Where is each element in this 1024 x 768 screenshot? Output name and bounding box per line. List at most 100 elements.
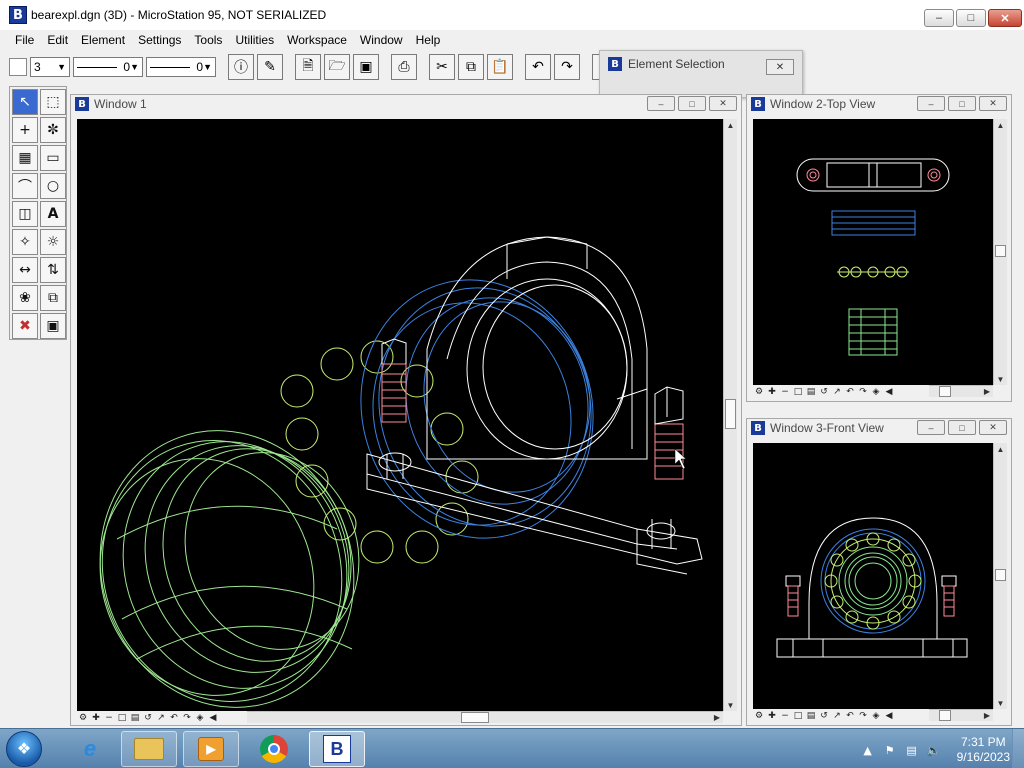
scroll-down-arrow-icon[interactable]: ▼ <box>994 373 1007 385</box>
fence-tool[interactable]: ⬚ <box>40 89 66 115</box>
paste-button[interactable]: 📋 <box>487 54 513 80</box>
element-selection-tool[interactable]: ↖ <box>12 89 38 115</box>
zoom-in-icon[interactable]: ✚ <box>766 386 778 398</box>
level-combo[interactable]: 3 ▼ <box>30 57 70 77</box>
update-view-icon[interactable]: ⚙ <box>753 386 765 398</box>
volume-muted-icon[interactable]: 🔈 <box>927 743 941 757</box>
app-logo-icon[interactable]: B <box>9 6 27 24</box>
view-window-2[interactable]: B Window 2-Top View – □ ✕ ▲ ▼ ⚙ ✚ − □ ▤ … <box>746 94 1012 402</box>
scroll-up-arrow-icon[interactable]: ▲ <box>994 443 1007 455</box>
taskbar-internet-explorer[interactable]: e <box>62 731 118 767</box>
show-hidden-icons-chevron-icon[interactable]: ▲ <box>861 743 875 757</box>
new-file-button[interactable]: 🗎 <box>295 54 321 80</box>
place-circle-tool[interactable]: ○ <box>40 173 66 199</box>
fit-view-icon[interactable]: ▤ <box>129 712 141 724</box>
view-maximize-button[interactable]: □ <box>678 96 706 111</box>
view-next-icon[interactable]: ↷ <box>181 712 193 724</box>
top-view-canvas[interactable] <box>753 119 993 385</box>
measure-tool[interactable]: ✧ <box>12 229 38 255</box>
menu-tools[interactable]: Tools <box>188 33 229 47</box>
copy-view-icon[interactable]: ◈ <box>870 710 882 722</box>
zoom-out-icon[interactable]: − <box>103 712 115 724</box>
info-button[interactable]: ⓘ <box>228 54 254 80</box>
vertical-scrollbar[interactable]: ▲ ▼ <box>723 119 737 711</box>
menu-workspace[interactable]: Workspace <box>281 33 354 47</box>
taskbar-chrome[interactable] <box>246 731 302 767</box>
dimension-size-tool[interactable]: ⇅ <box>40 257 66 283</box>
view-minimize-button[interactable]: – <box>647 96 675 111</box>
view-previous-icon[interactable]: ↶ <box>168 712 180 724</box>
rotate-view-icon[interactable]: ↺ <box>818 710 830 722</box>
front-view-canvas[interactable] <box>753 443 993 709</box>
view-maximize-button[interactable]: □ <box>948 96 976 111</box>
view-minimize-button[interactable]: – <box>917 420 945 435</box>
scroll-thumb[interactable] <box>995 569 1006 581</box>
match-button[interactable]: ✎ <box>257 54 283 80</box>
view-previous-icon[interactable]: ↶ <box>844 386 856 398</box>
maximize-button[interactable]: □ <box>956 9 986 27</box>
action-center-flag-icon[interactable]: ⚑ <box>883 743 897 757</box>
update-view-icon[interactable]: ⚙ <box>753 710 765 722</box>
place-point-tool[interactable]: + <box>12 117 38 143</box>
save-button[interactable]: ▣ <box>353 54 379 80</box>
scroll-left-arrow-icon[interactable]: ◀ <box>883 710 895 722</box>
place-block-tool[interactable]: ▭ <box>40 145 66 171</box>
view-close-button[interactable]: ✕ <box>979 96 1007 111</box>
update-view-icon[interactable]: ⚙ <box>77 712 89 724</box>
vertical-scrollbar[interactable]: ▲ ▼ <box>993 119 1007 385</box>
fit-view-icon[interactable]: ▤ <box>805 386 817 398</box>
rotate-view-icon[interactable]: ↺ <box>142 712 154 724</box>
taskbar-microstation[interactable]: B <box>309 731 365 767</box>
undo-button[interactable]: ↶ <box>525 54 551 80</box>
view-window-3[interactable]: B Window 3-Front View – □ ✕ ▲ ▼ ⚙ ✚ − □ … <box>746 418 1012 726</box>
menu-edit[interactable]: Edit <box>41 33 75 47</box>
print-button[interactable]: ⎙ <box>391 54 417 80</box>
window-area-icon[interactable]: □ <box>116 712 128 724</box>
vertical-scrollbar[interactable]: ▲ ▼ <box>993 443 1007 709</box>
horizontal-scrollbar[interactable]: ▶ <box>929 385 993 397</box>
scroll-up-arrow-icon[interactable]: ▲ <box>994 119 1007 131</box>
zoom-out-icon[interactable]: − <box>779 710 791 722</box>
pan-view-icon[interactable]: ↗ <box>831 386 843 398</box>
horizontal-scrollbar[interactable]: ▶ <box>247 711 723 723</box>
taskbar-media-player[interactable]: ▶ <box>183 731 239 767</box>
pan-view-icon[interactable]: ↗ <box>831 710 843 722</box>
cell-tool[interactable]: ◫ <box>12 201 38 227</box>
app-title-bar[interactable]: B bearexpl.dgn (3D) - MicroStation 95, N… <box>0 0 1024 30</box>
scroll-down-arrow-icon[interactable]: ▼ <box>724 699 737 711</box>
place-line-tool[interactable]: ✼ <box>40 117 66 143</box>
taskbar-file-explorer[interactable] <box>121 731 177 767</box>
menu-utilities[interactable]: Utilities <box>229 33 281 47</box>
cut-button[interactable]: ✂ <box>429 54 455 80</box>
view-maximize-button[interactable]: □ <box>948 420 976 435</box>
horizontal-scrollbar[interactable]: ▶ <box>929 709 993 721</box>
menu-element[interactable]: Element <box>75 33 132 47</box>
pan-view-icon[interactable]: ↗ <box>155 712 167 724</box>
scroll-down-arrow-icon[interactable]: ▼ <box>994 697 1007 709</box>
view-close-button[interactable]: ✕ <box>979 420 1007 435</box>
modify-tool[interactable]: ☼ <box>40 229 66 255</box>
menu-file[interactable]: File <box>9 33 41 47</box>
fit-view-icon[interactable]: ▤ <box>805 710 817 722</box>
window-area-icon[interactable]: □ <box>792 386 804 398</box>
place-text-tool[interactable]: A <box>40 201 66 227</box>
close-button[interactable]: ✕ <box>988 9 1022 27</box>
isometric-view-canvas[interactable] <box>77 119 723 711</box>
minimize-button[interactable]: – <box>924 9 954 27</box>
fit-view-tool[interactable]: ▣ <box>40 313 66 339</box>
zoom-in-icon[interactable]: ✚ <box>766 710 778 722</box>
scroll-thumb[interactable] <box>995 245 1006 257</box>
view-next-icon[interactable]: ↷ <box>857 710 869 722</box>
scroll-up-arrow-icon[interactable]: ▲ <box>724 119 737 131</box>
menu-window[interactable]: Window <box>354 33 410 47</box>
scroll-thumb[interactable] <box>939 386 951 397</box>
start-button[interactable]: ❖ <box>6 731 42 767</box>
copy-view-icon[interactable]: ◈ <box>194 712 206 724</box>
line-weight-combo[interactable]: 0 ▼ <box>146 57 216 77</box>
copy-view-icon[interactable]: ◈ <box>870 386 882 398</box>
scroll-left-arrow-icon[interactable]: ◀ <box>207 712 219 724</box>
view-minimize-button[interactable]: – <box>917 96 945 111</box>
view-next-icon[interactable]: ↷ <box>857 386 869 398</box>
scroll-right-arrow-icon[interactable]: ▶ <box>981 710 993 721</box>
hatch-tool[interactable]: ▦ <box>12 145 38 171</box>
